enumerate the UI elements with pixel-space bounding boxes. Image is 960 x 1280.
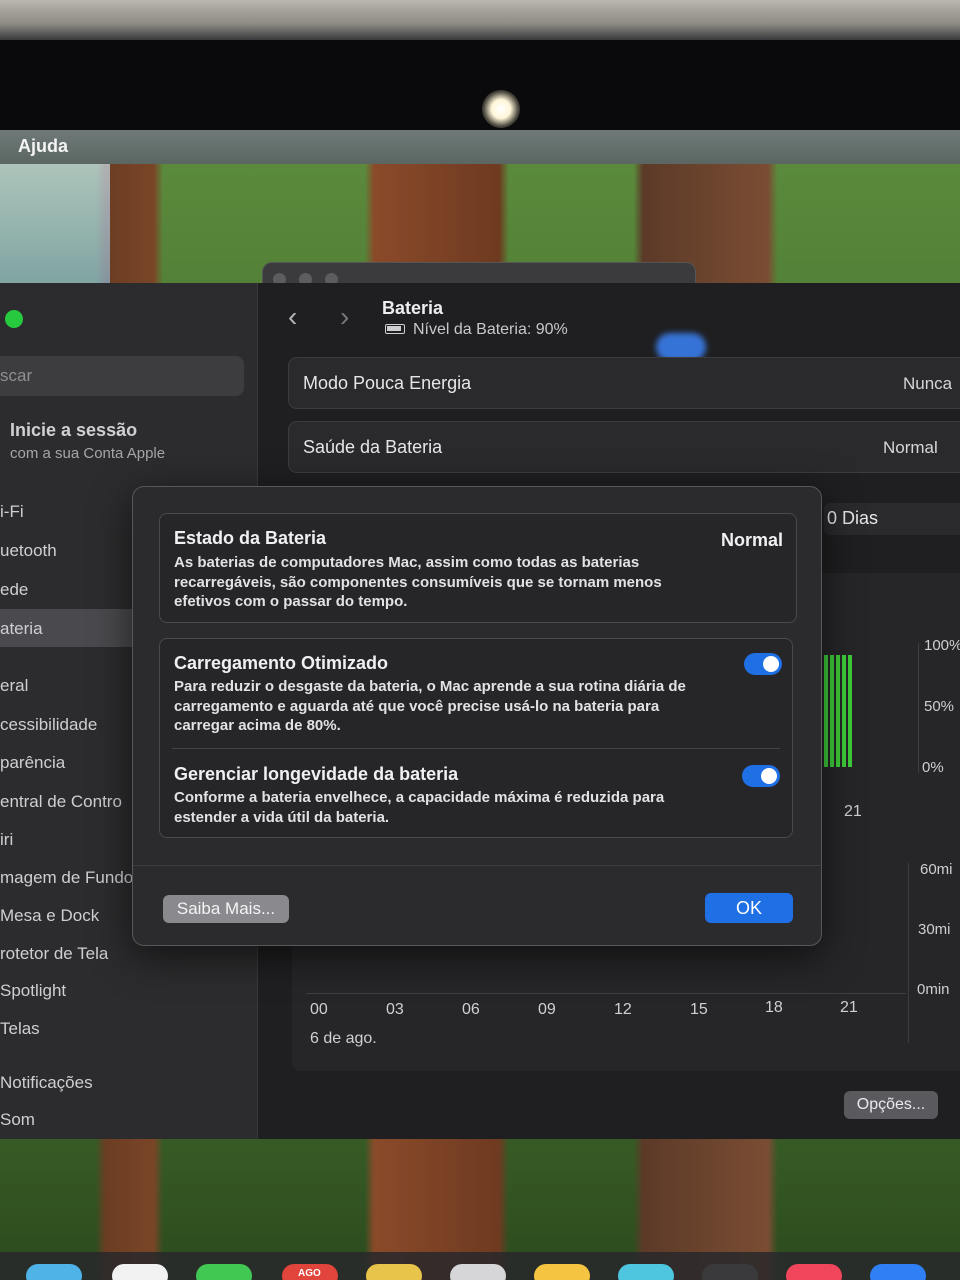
minute-tick: 60mi [920,861,953,878]
sidebar-item-battery[interactable]: ateria [0,619,43,639]
sidebar-item-bluetooth[interactable]: uetooth [0,541,57,561]
learn-more-button[interactable]: Saiba Mais... [163,895,289,923]
menu-help[interactable]: Ajuda [18,136,68,157]
sidebar-item-accessibility[interactable]: cessibilidade [0,715,97,735]
percent-tick: 50% [924,698,955,715]
manage-longevity-description: Conforme a bateria envelhece, a capacida… [174,789,665,826]
battery-level-bar [848,655,852,767]
sidebar-item-wifi[interactable]: i-Fi [0,502,24,522]
charging-options-card: Carregamento Otimizado Para reduzir o de… [159,638,793,838]
battery-status-title: Estado da Bateria [174,528,327,548]
percent-tick: 100% [924,637,960,654]
options-button[interactable]: Opções... [844,1091,938,1119]
sidebar-item-siri[interactable]: iri [0,830,13,850]
forward-button[interactable]: › [340,301,349,333]
hour-tick: 18 [765,999,783,1016]
percent-tick: 0% [922,759,944,776]
music-icon[interactable] [786,1264,842,1280]
battery-status-value: Normal [720,530,783,550]
back-button[interactable]: ‹ [288,301,297,333]
hour-tick: 15 [690,1001,708,1018]
search-placeholder: scar [0,366,33,385]
minute-tick: 0min [917,981,950,998]
monitor-top-band [0,40,960,130]
signin-title[interactable]: Inicie a sessão [10,420,137,441]
battery-health-dialog: Estado da Bateria Normal As baterias de … [132,486,822,946]
chart-baseline [306,993,906,994]
reminders-icon[interactable] [450,1264,506,1280]
battery-status-description: As baterias de computadores Mac, assim c… [174,554,662,610]
sidebar-item-notifications[interactable]: Notificações [0,1073,93,1093]
chart-date-label: 6 de ago. [310,1030,377,1047]
wallpaper-sky [0,164,110,284]
sidebar-item-control-center[interactable]: entral de Contro [0,792,122,812]
sidebar-item-screen-saver[interactable]: rotetor de Tela [0,944,108,964]
hour-tick: 09 [538,1001,556,1018]
battery-status-card: Estado da Bateria Normal As baterias de … [159,513,797,623]
signin-subtitle[interactable]: com a sua Conta Apple [10,445,165,462]
search-input[interactable]: scar [0,356,244,396]
hour-tick: 12 [614,1001,632,1018]
optimized-charging-description: Para reduzir o desgaste da bateria, o Ma… [174,678,686,734]
messages-icon[interactable] [196,1264,252,1280]
sidebar-item-desktop-dock[interactable]: Mesa e Dock [0,906,99,926]
battery-level-text: Nível da Bateria: 90% [413,321,568,338]
calendar-month-label: AGO [298,1268,321,1279]
card-divider [172,748,780,749]
usage-range-label: 0 Dias [827,508,879,528]
optimized-charging-toggle[interactable] [744,653,782,675]
ok-button[interactable]: OK [705,893,793,923]
maps-icon[interactable] [26,1264,82,1280]
xcode-icon[interactable] [870,1264,926,1280]
battery-level-bar [836,655,840,767]
hour-tick: 00 [310,1001,328,1018]
optimized-charging-title: Carregamento Otimizado [174,653,389,673]
manage-longevity-toggle[interactable] [742,765,780,787]
battery-level-bar [842,655,846,767]
battery-level-bars [824,655,854,767]
sidebar-item-general[interactable]: eral [0,676,28,696]
dialog-footer-divider [133,865,821,866]
sidebar-item-spotlight[interactable]: Spotlight [0,981,66,1001]
manage-longevity-title: Gerenciar longevidade da bateria [174,764,459,784]
hour-tick: 06 [462,1001,480,1018]
stocks-icon[interactable] [702,1264,758,1280]
low-power-mode-value[interactable]: Nunca [903,374,952,394]
low-power-mode-label: Modo Pouca Energia [303,373,472,393]
sidebar-item-wallpaper[interactable]: magem de Fundo [0,868,133,888]
photos-icon[interactable] [112,1264,168,1280]
hour-tick: 21 [840,999,858,1016]
battery-health-value: Normal [883,438,938,457]
sidebar-item-network[interactable]: ede [0,580,28,600]
sidebar-item-sound[interactable]: Som [0,1110,35,1130]
low-power-mode-row[interactable]: Modo Pouca Energia Nunca [288,357,960,409]
menu-bar: Ajuda [0,130,960,164]
battery-icon [385,324,405,334]
ceiling-light-reflection [482,90,520,128]
hour-tick: 03 [386,1001,404,1018]
stickies-icon[interactable] [534,1264,590,1280]
minute-tick: 30mi [918,921,951,938]
sidebar-item-displays[interactable]: Telas [0,1019,40,1039]
battery-level-bar [830,655,834,767]
usage-range-tab[interactable]: 0 Dias [824,503,960,535]
battery-level-bar [824,655,828,767]
battery-health-label: Saúde da Bateria [303,437,443,457]
monitor-bezel [0,0,960,40]
sidebar-item-appearance[interactable]: parência [0,753,65,773]
upper-hour-tick: 21 [844,803,862,820]
page-title: Bateria [382,298,444,318]
chart-axis-line [918,643,919,773]
freeform-icon[interactable] [618,1264,674,1280]
chart-axis-line [908,863,909,1043]
zoom-window-icon[interactable] [5,310,23,328]
notes-icon[interactable] [366,1264,422,1280]
battery-health-row[interactable]: Saúde da Bateria Normal [288,421,960,473]
